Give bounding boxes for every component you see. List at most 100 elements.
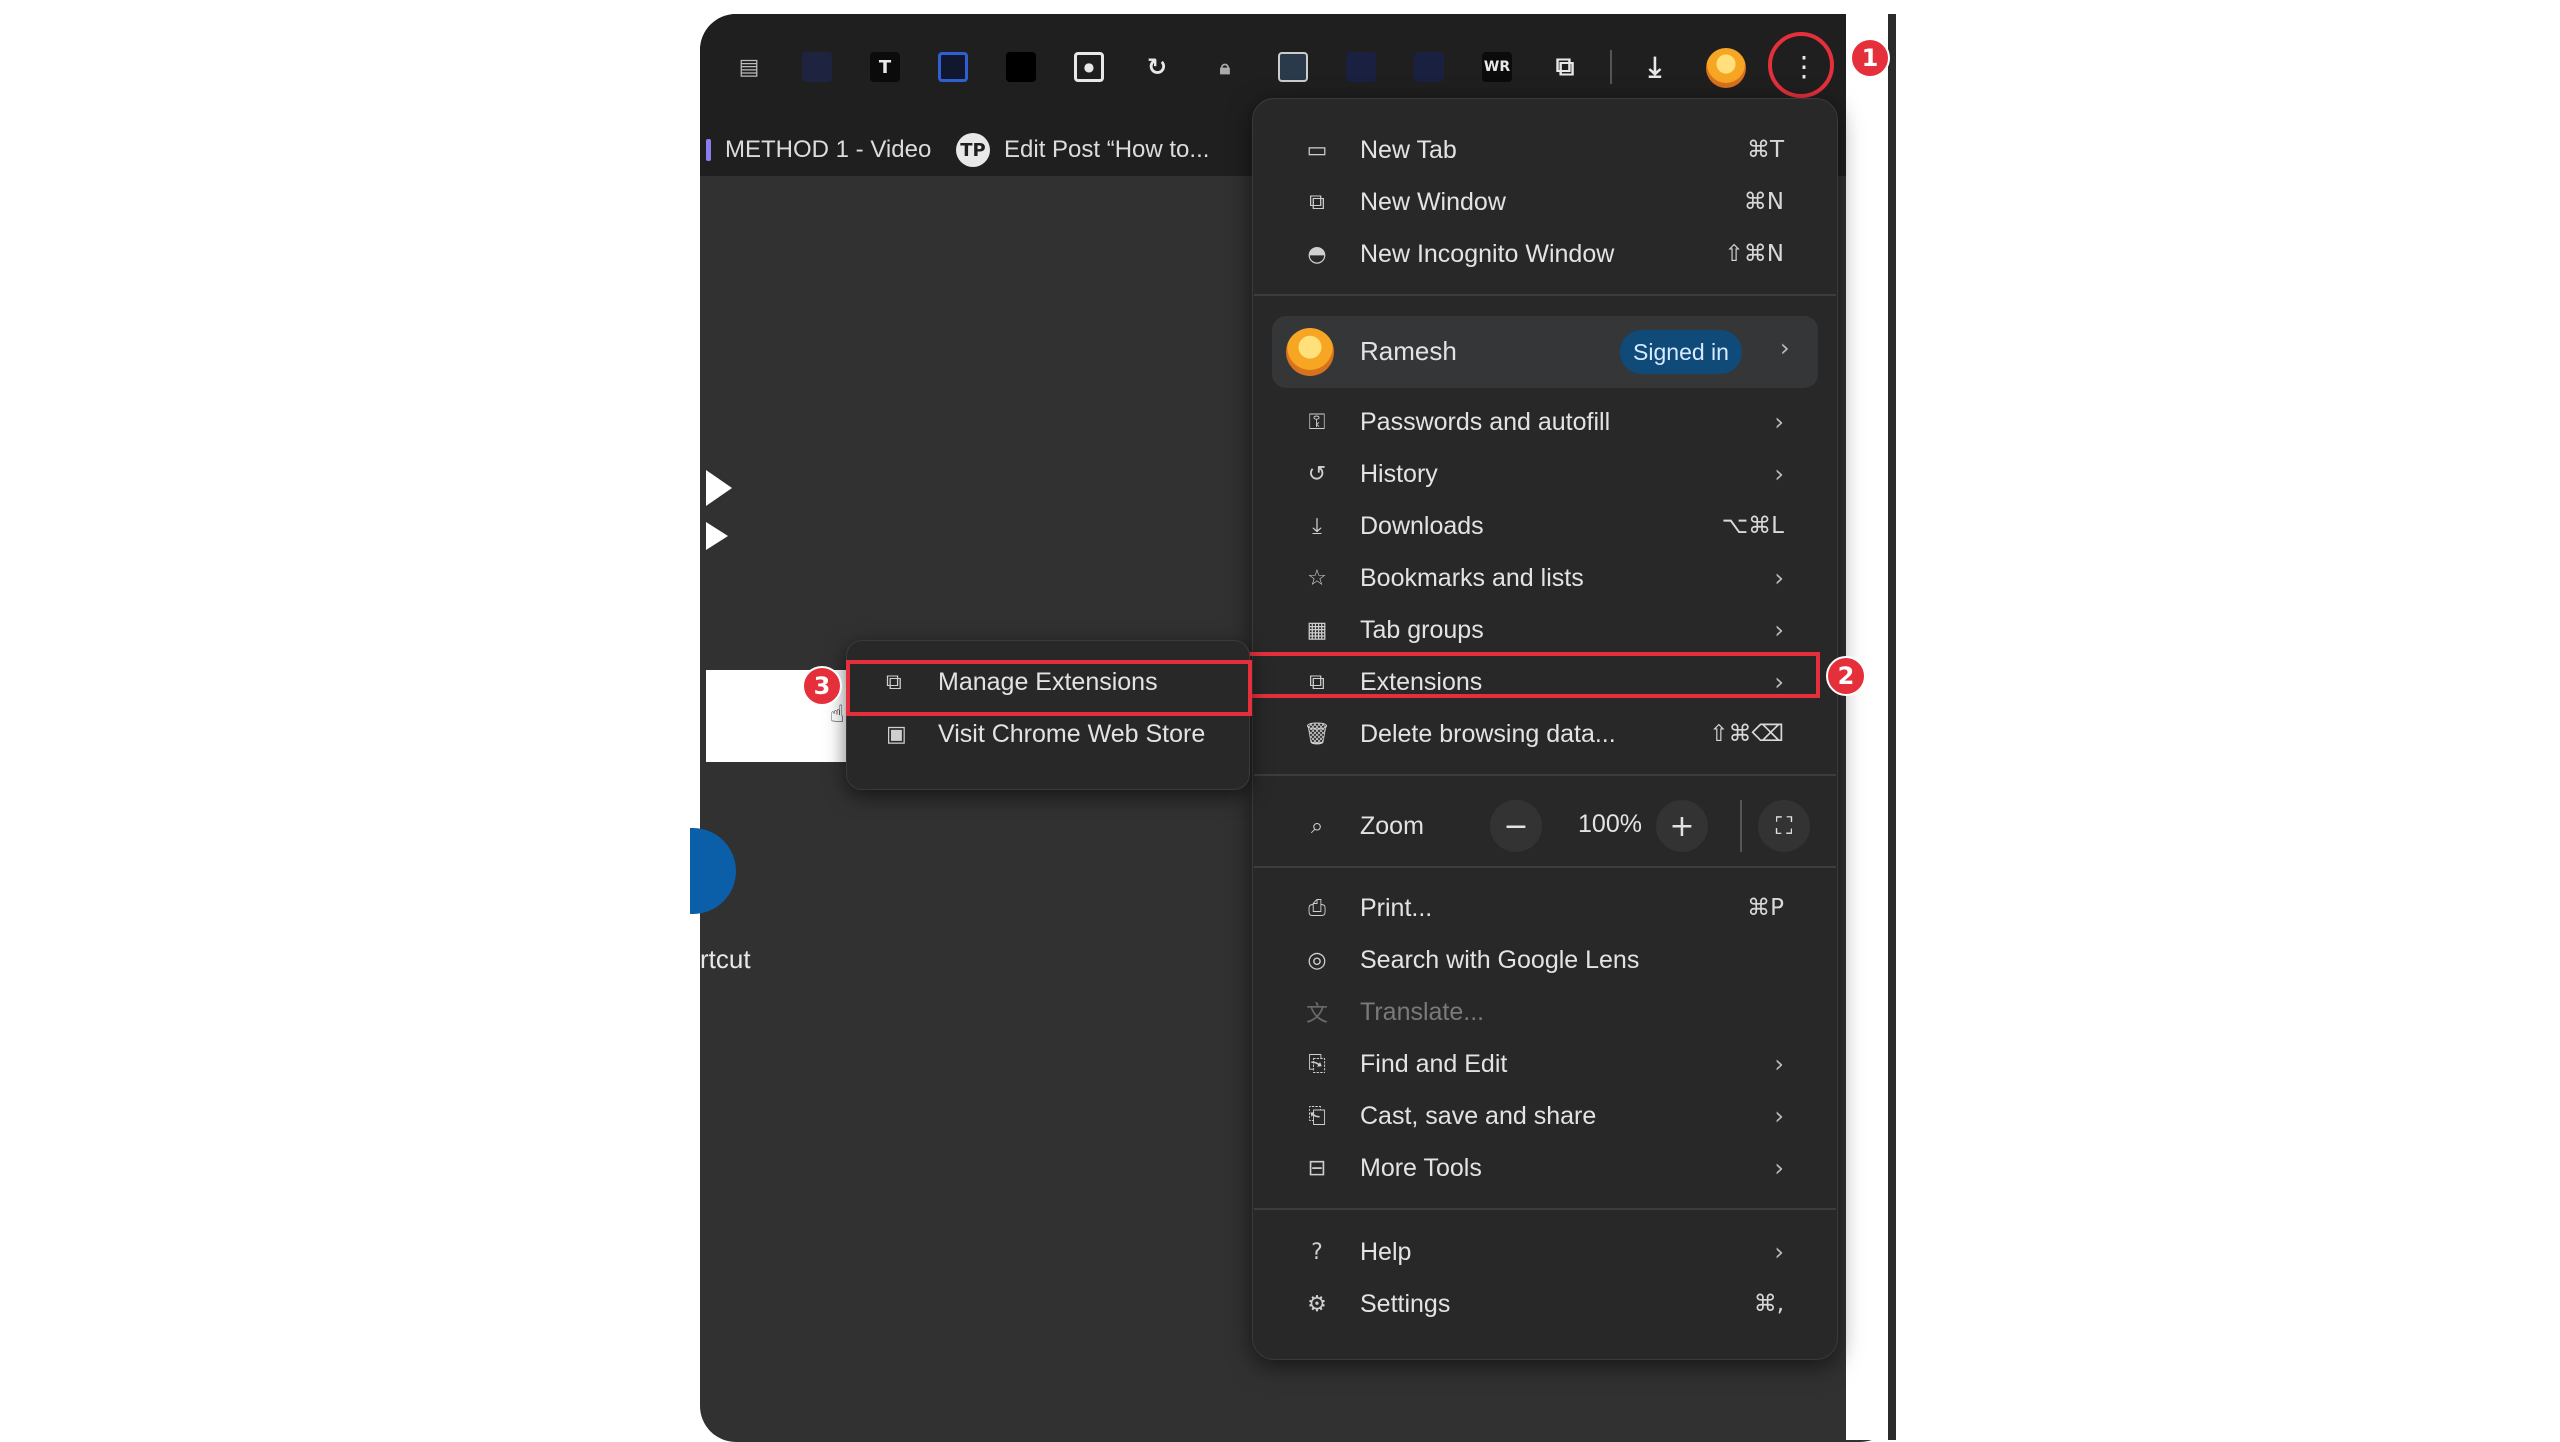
dark-square-icon[interactable]: [802, 52, 832, 82]
menu-item-bookmarks[interactable]: ☆ Bookmarks and lists ›: [1262, 552, 1828, 604]
menu-label: Search with Google Lens: [1360, 945, 1640, 974]
play-shape-small: [706, 522, 728, 550]
menu-item-cast-save[interactable]: ⎗ Cast, save and share ›: [1262, 1090, 1828, 1142]
menu-divider: [1254, 774, 1836, 776]
lock-icon[interactable]: 🔒︎: [1210, 52, 1240, 82]
navy-square-icon[interactable]: [1346, 52, 1376, 82]
chevron-right-icon: ›: [1774, 1238, 1784, 1266]
key-icon: ⚿: [1308, 409, 1326, 435]
chevron-right-icon: ›: [1774, 1050, 1784, 1078]
menu-item-new-tab[interactable]: ▭ New Tab ⌘T: [1262, 124, 1828, 176]
find-icon: ⎘: [1308, 1051, 1326, 1077]
menu-item-delete-data[interactable]: 🗑︎ Delete browsing data... ⇧⌘⌫: [1262, 708, 1828, 760]
menu-label: History: [1360, 459, 1438, 488]
menu-shortcut: ⌘N: [1743, 189, 1784, 215]
toolbar-divider: [1610, 50, 1612, 84]
menu-label: Zoom: [1360, 811, 1424, 840]
fullscreen-icon[interactable]: ⛶: [1758, 800, 1810, 852]
menu-label: Help: [1360, 1237, 1412, 1266]
menu-label: New Incognito Window: [1360, 239, 1615, 268]
printer-icon: ⎙: [1308, 895, 1326, 921]
translate-icon: 文: [1305, 1002, 1328, 1027]
more-vert-icon[interactable]: ⋮: [1790, 50, 1818, 84]
menu-item-downloads[interactable]: ⤓ Downloads ⌥⌘L: [1262, 500, 1828, 552]
menu-item-find-edit[interactable]: ⎘ Find and Edit ›: [1262, 1038, 1828, 1090]
help-icon: ?: [1311, 1239, 1323, 1265]
download-icon[interactable]: ⤓: [1640, 50, 1670, 83]
menu-label: Find and Edit: [1360, 1049, 1508, 1078]
extensions-icon[interactable]: ⧉: [1550, 52, 1580, 82]
image-icon[interactable]: [1278, 52, 1308, 82]
signed-in-badge: Signed in: [1620, 330, 1742, 374]
bookmark-marker-icon: [706, 139, 711, 161]
trash-icon: 🗑︎: [1303, 721, 1331, 747]
menu-divider: [1254, 866, 1836, 868]
toolbox-icon: ⊟: [1307, 1155, 1327, 1181]
menu-shortcut: ⌘,: [1753, 1291, 1784, 1317]
menu-label: Cast, save and share: [1360, 1101, 1597, 1130]
navy-square-icon-2[interactable]: [1414, 52, 1444, 82]
gear-icon: ⚙: [1307, 1291, 1327, 1317]
menu-item-print[interactable]: ⎙ Print... ⌘P: [1262, 882, 1828, 934]
bookmark-label: Edit Post “How to...: [1004, 136, 1210, 163]
menu-item-new-incognito[interactable]: ◓ New Incognito Window ⇧⌘N: [1262, 228, 1828, 280]
menu-label: Bookmarks and lists: [1360, 563, 1584, 592]
download-icon: ⤓: [1312, 513, 1322, 539]
menu-label: Print...: [1360, 893, 1433, 922]
menu-shortcut: ⌥⌘L: [1721, 513, 1784, 539]
menu-item-more-tools[interactable]: ⊟ More Tools ›: [1262, 1142, 1828, 1194]
menu-item-translate: 文 Translate...: [1262, 986, 1828, 1038]
zoom-icon: ⌕: [1310, 813, 1324, 839]
incognito-icon: ◓: [1307, 241, 1327, 267]
black-square-icon[interactable]: [1006, 52, 1036, 82]
chevron-right-icon: ›: [1774, 616, 1784, 644]
menu-label: Delete browsing data...: [1360, 719, 1616, 748]
star-icon: ☆: [1307, 565, 1327, 591]
blue-square-icon[interactable]: [938, 52, 968, 82]
chevron-right-icon: ›: [1774, 1154, 1784, 1182]
chevron-right-icon: ›: [1774, 564, 1784, 592]
refresh-icon[interactable]: ↻: [1142, 52, 1172, 82]
new-window-icon: ⧉: [1309, 189, 1325, 215]
menu-item-new-window[interactable]: ⧉ New Window ⌘N: [1262, 176, 1828, 228]
wr-extension-icon[interactable]: WR: [1482, 52, 1512, 82]
menu-item-passwords[interactable]: ⚿ Passwords and autofill ›: [1262, 396, 1828, 448]
profile-avatar-toolbar[interactable]: [1706, 48, 1746, 88]
notes-icon[interactable]: ▤: [734, 52, 764, 82]
new-tab-icon: ▭: [1306, 137, 1328, 163]
chevron-right-icon: ›: [1774, 460, 1784, 488]
annotation-badge-2: 2: [1826, 656, 1866, 696]
menu-item-tab-groups[interactable]: ▦ Tab groups ›: [1262, 604, 1828, 656]
store-icon: ▣: [886, 721, 907, 747]
annotation-badge-1: 1: [1850, 38, 1890, 78]
cast-icon: ⎗: [1308, 1103, 1326, 1129]
menu-item-zoom: ⌕ Zoom: [1262, 800, 1828, 852]
bookmark-edit-post[interactable]: TP Edit Post “How to...: [956, 128, 1209, 172]
bookmark-label: METHOD 1 - Video: [725, 136, 932, 163]
lens-icon: ◎: [1307, 947, 1327, 973]
bookmark-method1[interactable]: METHOD 1 - Video: [706, 128, 931, 172]
pointer-cursor-icon: ☝: [830, 700, 845, 728]
menu-label: Passwords and autofill: [1360, 407, 1611, 436]
chevron-right-icon: ›: [1774, 408, 1784, 436]
menu-shortcut: ⇧⌘N: [1724, 241, 1784, 267]
page-partial-text: rtcut: [700, 944, 751, 974]
zoom-out-button[interactable]: −: [1490, 800, 1542, 852]
chevron-right-icon: ›: [1780, 334, 1790, 362]
play-shape: [706, 470, 732, 506]
menu-label: More Tools: [1360, 1153, 1482, 1182]
menu-item-google-lens[interactable]: ◎ Search with Google Lens: [1262, 934, 1828, 986]
menu-label: Translate...: [1360, 997, 1485, 1026]
zoom-level: 100%: [1578, 810, 1642, 838]
zoom-in-button[interactable]: +: [1656, 800, 1708, 852]
submenu-item-web-store[interactable]: ▣ Visit Chrome Web Store: [852, 708, 1244, 760]
grid-icon: ▦: [1306, 617, 1328, 643]
menu-item-help[interactable]: ? Help ›: [1262, 1226, 1828, 1278]
menu-item-settings[interactable]: ⚙ Settings ⌘,: [1262, 1278, 1828, 1330]
text-t-icon[interactable]: T: [870, 52, 900, 82]
menu-label: Tab groups: [1360, 615, 1484, 644]
window-edge: [1846, 14, 1896, 1440]
menu-item-history[interactable]: ↺ History ›: [1262, 448, 1828, 500]
menu-label: New Window: [1360, 187, 1506, 216]
square-dot-icon[interactable]: ●: [1074, 52, 1104, 82]
